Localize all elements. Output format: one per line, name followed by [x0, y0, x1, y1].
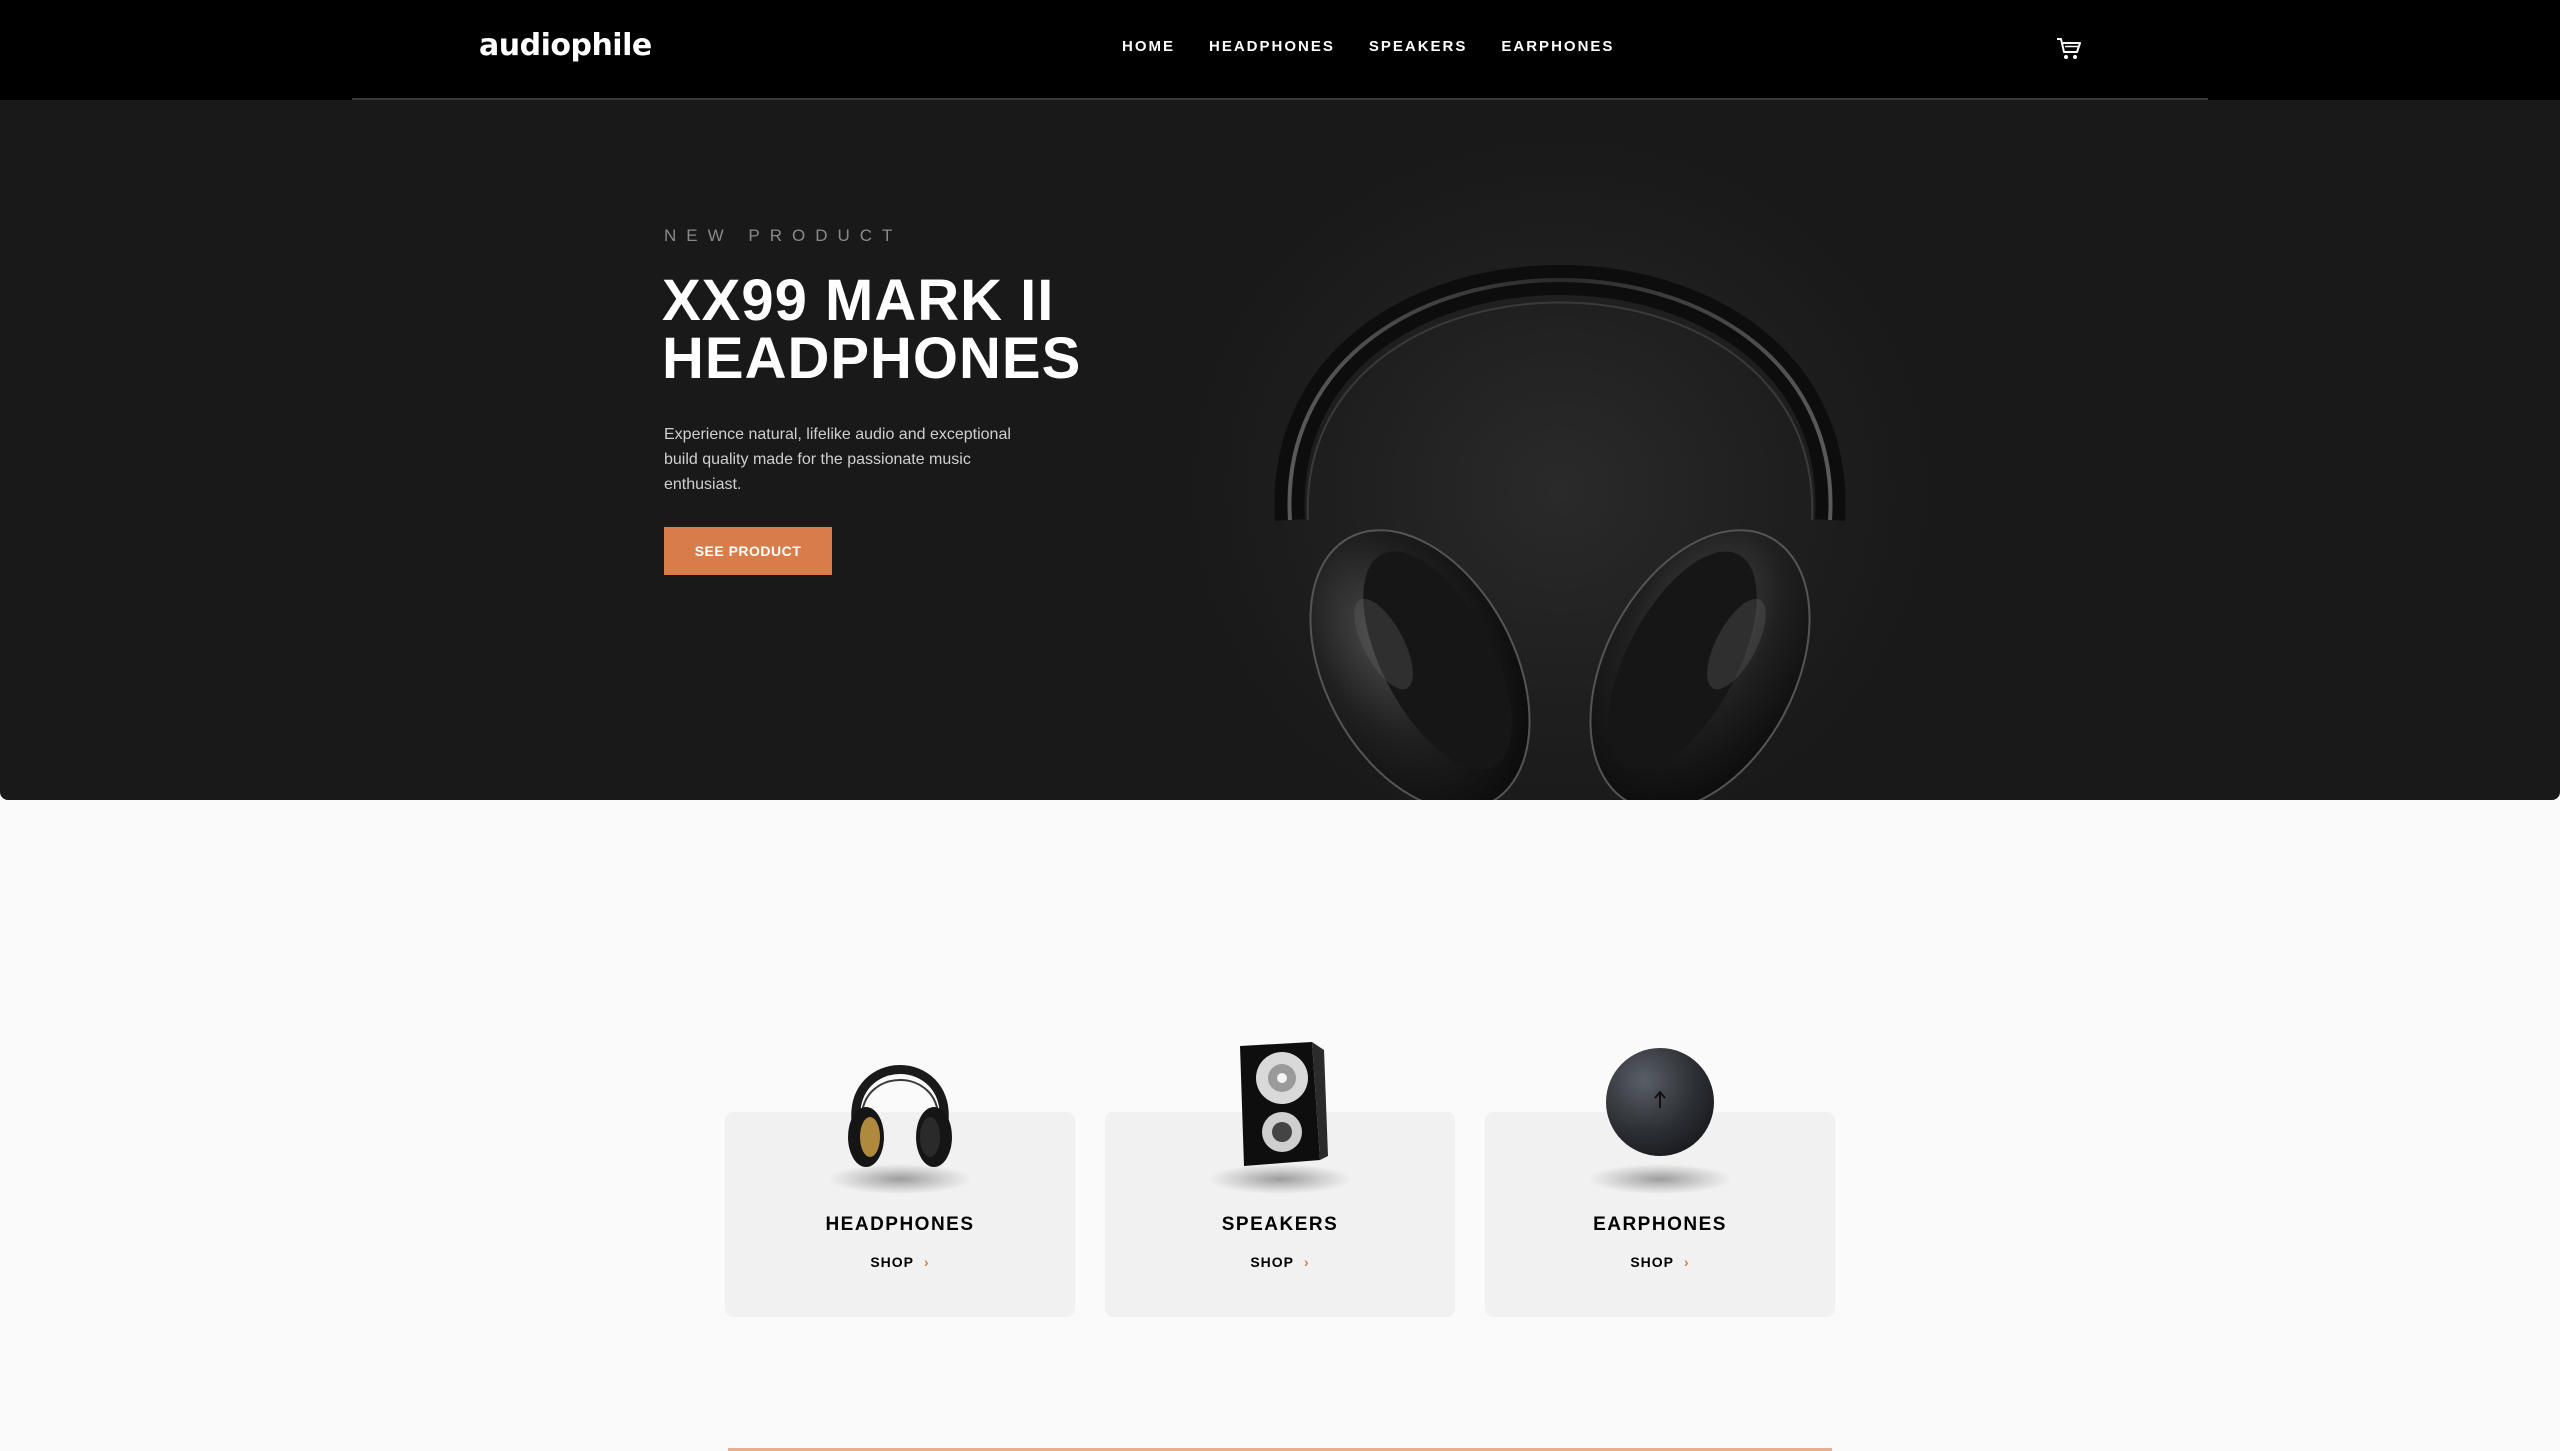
earphones-case-icon: [1606, 1048, 1714, 1156]
logo[interactable]: audiophile: [479, 28, 652, 63]
headphones-icon: [848, 1065, 952, 1167]
speaker-icon: [1240, 1042, 1328, 1166]
chevron-right-icon: ›: [1684, 1254, 1690, 1270]
category-title: HEADPHONES: [825, 1214, 975, 1235]
category-card-earphones[interactable]: EARPHONES SHOP ›: [1485, 1048, 1835, 1317]
nav-headphones[interactable]: HEADPHONES: [1209, 38, 1335, 55]
shop-label: SHOP: [870, 1254, 914, 1270]
shop-link-speakers[interactable]: SHOP ›: [1105, 1254, 1455, 1270]
chevron-right-icon: ›: [924, 1254, 930, 1270]
category-card-speakers[interactable]: SPEAKERS SHOP ›: [1105, 1042, 1455, 1317]
shop-label: SHOP: [1250, 1254, 1294, 1270]
category-title: EARPHONES: [1593, 1214, 1727, 1235]
shop-link-earphones[interactable]: SHOP ›: [1485, 1254, 1835, 1270]
hero-overline: NEW PRODUCT: [664, 226, 903, 245]
category-card-headphones[interactable]: HEADPHONES SHOP ›: [725, 1065, 1075, 1317]
shop-link-headphones[interactable]: SHOP ›: [725, 1254, 1075, 1270]
see-product-button[interactable]: SEE PRODUCT: [664, 527, 832, 575]
main-nav: HOME HEADPHONES SPEAKERS EARPHONES: [1122, 38, 1614, 55]
shop-label: SHOP: [1630, 1254, 1674, 1270]
hero-title: XX99 MARK II HEADPHONES: [662, 268, 1082, 391]
hero-headphones-image: [1274, 265, 1846, 800]
nav-home[interactable]: HOME: [1122, 38, 1175, 55]
nav-speakers[interactable]: SPEAKERS: [1369, 38, 1468, 55]
cart-icon[interactable]: [2056, 37, 2082, 61]
nav-earphones[interactable]: EARPHONES: [1501, 38, 1614, 55]
chevron-right-icon: ›: [1304, 1254, 1310, 1270]
category-title: SPEAKERS: [1221, 1214, 1339, 1235]
hero-description: Experience natural, lifelike audio and e…: [664, 426, 1011, 493]
site-header: audiophile HOME HEADPHONES SPEAKERS EARP…: [0, 0, 2560, 100]
hero-section: NEW PRODUCT XX99 MARK II HEADPHONES Expe…: [0, 100, 2560, 800]
